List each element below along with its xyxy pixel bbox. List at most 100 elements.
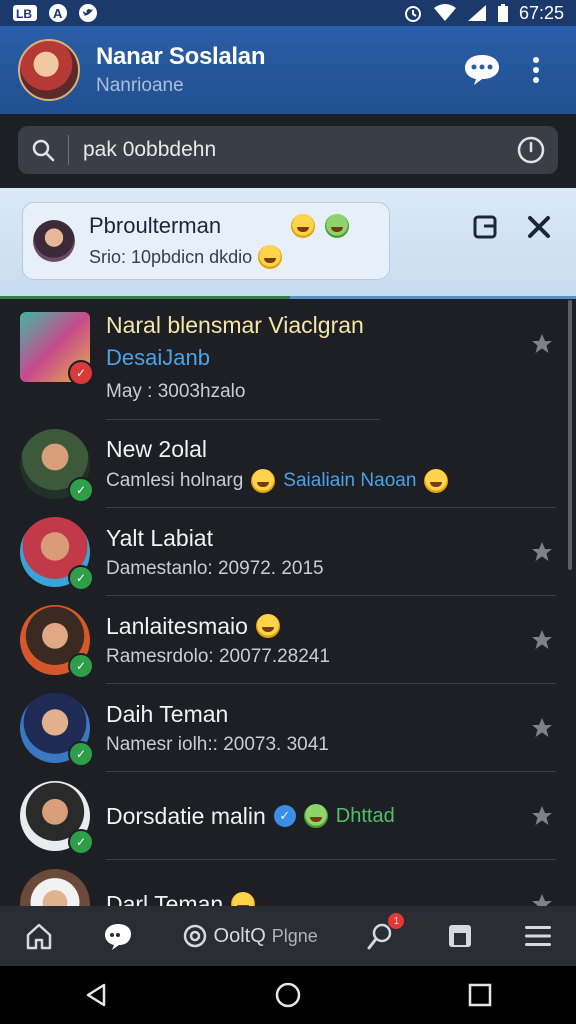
chat-mention: Saialiain Naoan [283,469,417,491]
star-icon[interactable] [530,332,554,356]
signal-icon [467,4,487,22]
notification-badge: 1 [388,913,405,929]
search-area [0,114,576,188]
chat-icon [104,924,131,950]
star-icon[interactable] [530,892,554,906]
avatar: ✓ [20,517,94,591]
list-item[interactable]: ✓ Dorsdatie malin ✓ Dhttad [0,772,576,860]
chat-preview: DesaiJanb [106,345,210,370]
back-icon[interactable] [82,981,110,1009]
open-window-icon[interactable] [472,214,498,240]
page-title: Nanar Soslalan [96,43,266,70]
nav-menu[interactable] [524,924,552,948]
search-bar [18,126,558,174]
status-time: 67:25 [518,2,564,23]
search-input[interactable] [81,137,516,163]
page-subtitle: Nanrioane [96,75,184,96]
money-face-emoji-icon [325,214,350,238]
app-icon-2: A [48,3,68,23]
star-icon[interactable] [530,628,554,652]
star-icon[interactable] [530,804,554,828]
twitter-icon [78,3,98,23]
app-bar: Nanar Soslalan Nanrioane [0,26,576,114]
grin-emoji-icon [255,614,280,638]
home-circle-icon[interactable] [274,981,302,1009]
verified-badge-icon: ✓ [68,653,94,679]
verified-badge-icon: ✓ [68,360,94,386]
verified-badge-icon: ✓ [68,477,94,503]
chat-name: New 2olal [106,435,207,462]
chat-name: Darl Teman [106,890,224,907]
app-icon-1: LB [12,4,38,22]
nav-label-a: OoltQ [213,924,266,947]
timer-icon[interactable] [516,135,546,165]
pinned-banner: Pbroulterman Srio: 10pbdicn dkdio [0,188,576,299]
store-icon [449,925,472,947]
laugh-emoji-icon [424,468,449,493]
chat-name: Daih Teman [106,700,229,727]
smile-emoji-icon [258,245,283,269]
chat-name: Naral blensmar Viaclgran [106,312,364,338]
search-icon[interactable] [30,137,56,163]
avatar: ✓ [20,781,94,855]
chat-bubble-icon [465,55,499,85]
nav-chats[interactable] [103,921,133,951]
svg-text:A: A [53,6,63,21]
chat-preview: Ramesrdolo: 20077.28241 [106,645,330,667]
list-item[interactable]: Darl Teman [0,860,576,906]
star-icon[interactable] [530,716,554,740]
system-nav-bar [0,966,576,1024]
avatar: ✓ [20,312,94,386]
status-bar: LB A 67:25 [0,0,576,26]
list-item[interactable]: ✓ Naral blensmar Viaclgran DesaiJanb May… [0,296,576,420]
chat-date: May : 3003hzalo [106,381,246,402]
chat-list: ✓ Naral blensmar Viaclgran DesaiJanb May… [0,296,576,906]
chat-bubble-button[interactable] [460,48,504,92]
alarm-icon [403,3,423,23]
chat-preview: Damestanlo: 20972. 2015 [106,557,324,579]
svg-text:LB: LB [16,7,32,21]
home-icon [27,923,52,950]
grin-emoji-icon [291,214,316,238]
more-button[interactable] [514,48,558,92]
hamburger-menu-icon [524,926,551,946]
avatar[interactable] [18,39,80,101]
avatar: ✓ [20,693,94,767]
nav-discover[interactable]: 1 [366,913,405,951]
close-icon[interactable] [526,214,552,240]
nav-home[interactable] [24,921,54,951]
pinned-avatar [33,220,75,262]
list-item[interactable]: ✓ Yalt Labiat Damestanlo: 20972. 2015 [0,508,576,596]
recents-icon[interactable] [466,981,494,1009]
verified-icon: ✓ [273,805,296,827]
nav-store[interactable] [445,921,475,951]
list-item[interactable]: ✓ Daih Teman Namesr iolh:: 20073. 3041 [0,684,576,772]
battery-icon [497,3,509,23]
chat-status: Dhttad [335,804,395,827]
avatar: ✓ [20,429,94,503]
avatar: ✓ [20,605,94,679]
list-item[interactable]: ✓ New 2olal Camlesi holnarg Saialiain Na… [0,420,576,508]
grin-emoji-icon [231,892,256,906]
chat-preview: Namesr iolh:: 20073. 3041 [106,733,329,755]
chat-name: Lanlaitesmaio [106,612,248,639]
list-item[interactable]: ✓ Lanlaitesmaio Ramesrdolo: 20077.28241 [0,596,576,684]
pinned-message: Srio: 10pbdicn dkdio [89,246,253,267]
verified-badge-icon: ✓ [68,829,94,855]
chat-name: Yalt Labiat [106,524,213,551]
avatar [20,869,90,906]
verified-badge-icon: ✓ [68,741,94,767]
chat-name: Dorsdatie malin [106,802,266,829]
search-divider [68,135,69,165]
chat-preview: Camlesi holnarg [106,469,244,491]
verified-badge-icon: ✓ [68,565,94,591]
nav-search[interactable]: OoltQ Plgne [182,923,318,949]
at-icon [183,924,206,948]
pinned-card[interactable]: Pbroulterman Srio: 10pbdicn dkdio [22,202,390,280]
grin-emoji-icon [251,468,276,493]
nav-label-b: Plgne [271,925,318,946]
more-vert-icon [533,57,539,83]
star-icon[interactable] [530,540,554,564]
wifi-icon [433,4,457,22]
scrollbar[interactable] [568,300,572,570]
